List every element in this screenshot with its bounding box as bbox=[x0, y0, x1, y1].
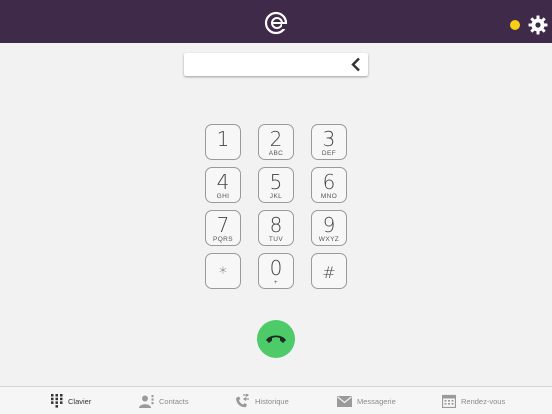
tab-historique[interactable]: Historique bbox=[235, 392, 289, 410]
key-2[interactable]: 2 ABC bbox=[258, 124, 294, 160]
phone-number-input[interactable] bbox=[184, 53, 368, 76]
tab-label: Historique bbox=[255, 396, 289, 406]
phone-icon bbox=[266, 335, 286, 343]
tab-label: Contacts bbox=[159, 396, 189, 406]
tab-rendez-vous[interactable]: Rendez-vous bbox=[442, 392, 505, 410]
key-9[interactable]: 9 WXYZ bbox=[311, 210, 347, 246]
key-1[interactable]: 1 bbox=[205, 124, 241, 160]
app-header bbox=[0, 0, 552, 43]
key-hash[interactable]: # bbox=[311, 253, 347, 289]
key-star[interactable]: * bbox=[205, 253, 241, 289]
key-6[interactable]: 6 MNO bbox=[311, 167, 347, 203]
key-5[interactable]: 5 JKL bbox=[258, 167, 294, 203]
tab-contacts[interactable]: Contacts bbox=[139, 392, 189, 410]
calendar-icon bbox=[442, 394, 456, 408]
key-3[interactable]: 3 DEF bbox=[311, 124, 347, 160]
contacts-icon bbox=[139, 395, 154, 408]
key-4[interactable]: 4 GHI bbox=[205, 167, 241, 203]
mail-icon bbox=[337, 395, 352, 407]
bottom-tab-bar: Clavier Contacts Historique Messagerie R… bbox=[0, 386, 552, 414]
key-7[interactable]: 7 PQRS bbox=[205, 210, 241, 246]
key-8[interactable]: 8 TUV bbox=[258, 210, 294, 246]
e-logo-icon bbox=[264, 11, 288, 35]
tab-label: Rendez-vous bbox=[461, 396, 506, 406]
status-indicator bbox=[510, 20, 520, 30]
chevron-left-icon[interactable] bbox=[350, 57, 362, 72]
tab-label: Messagerie bbox=[357, 396, 396, 406]
tab-label: Clavier bbox=[68, 396, 92, 406]
call-button[interactable] bbox=[257, 320, 295, 358]
keypad-icon bbox=[51, 394, 63, 408]
tab-clavier[interactable]: Clavier bbox=[51, 392, 91, 410]
history-icon bbox=[236, 394, 249, 408]
tab-messagerie[interactable]: Messagerie bbox=[337, 392, 396, 410]
gear-icon[interactable] bbox=[528, 15, 548, 35]
key-0[interactable]: 0 + bbox=[258, 253, 294, 289]
